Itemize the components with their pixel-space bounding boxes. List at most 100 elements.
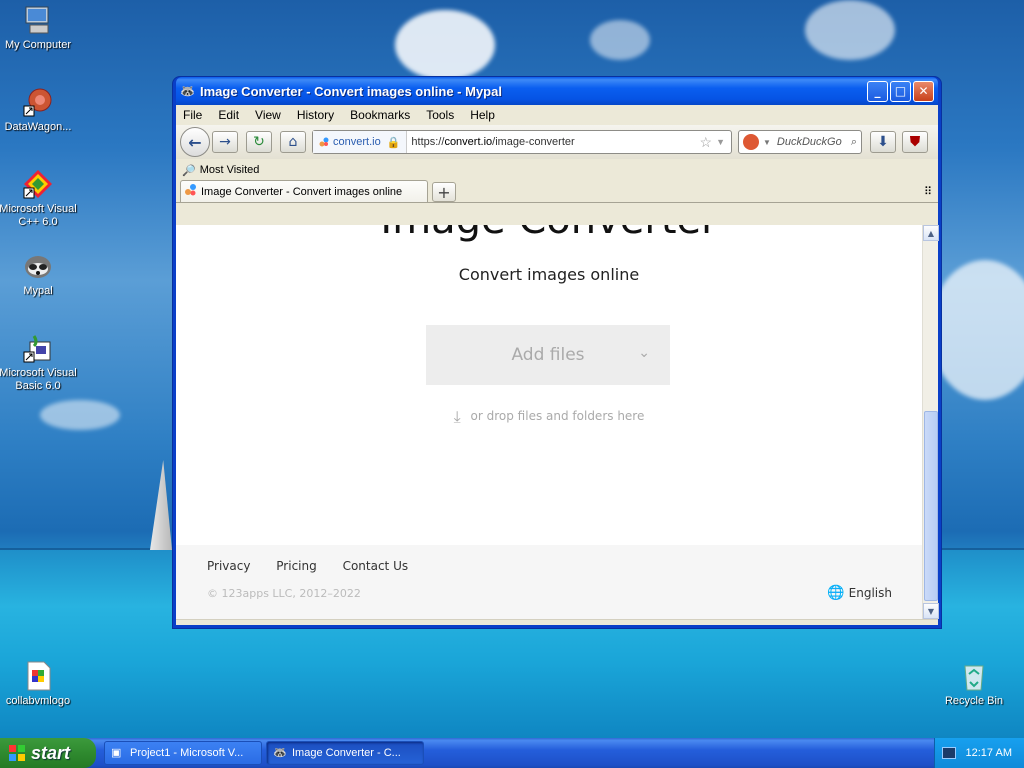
tab-title: Image Converter - Convert images online — [201, 185, 403, 198]
cloud — [805, 0, 895, 60]
datawagon-icon — [22, 86, 54, 118]
search-input[interactable]: ▼ DuckDuckGo ⌕ — [738, 130, 862, 154]
scroll-up-arrow[interactable]: ▲ — [923, 225, 939, 241]
desktop-icon-mypal[interactable]: Mypal — [0, 250, 78, 298]
bookmark-star-icon[interactable]: ☆ — [700, 134, 713, 151]
menu-history[interactable]: History — [294, 108, 337, 122]
status-bar — [176, 619, 938, 625]
chevron-down-icon[interactable]: ▼ — [716, 137, 725, 147]
new-tab-button[interactable]: + — [432, 182, 456, 202]
ublock-button[interactable]: ⛊ — [902, 131, 928, 153]
desktop-icon-label: Mypal — [23, 285, 53, 297]
copyright: © 123apps LLC, 2012–2022 — [207, 587, 361, 600]
recycle-bin-icon — [958, 660, 990, 692]
tab-list-icon[interactable]: ⠿ — [924, 185, 932, 198]
footer-link-privacy[interactable]: Privacy — [207, 559, 250, 573]
taskbar-item-project1[interactable]: ▣ Project1 - Microsoft V... — [104, 741, 262, 765]
visual-cpp-icon — [22, 168, 54, 200]
most-visited-folder[interactable]: Most Visited — [200, 164, 260, 176]
chevron-down-icon: ▼ — [763, 137, 771, 147]
desktop-icon-label: Microsoft Visual Basic 6.0 — [0, 367, 77, 392]
language-selector[interactable]: 🌐 English — [827, 585, 892, 601]
arrow-left-icon: ← — [188, 132, 202, 152]
window-client: File Edit View History Bookmarks Tools H… — [176, 105, 939, 625]
image-file-icon — [22, 660, 54, 692]
browser-window: 🦝 Image Converter - Convert images onlin… — [173, 77, 941, 628]
drop-zone-hint: ⤓ or drop files and folders here — [176, 407, 922, 427]
back-button[interactable]: ← — [180, 127, 210, 157]
add-files-label: Add files — [511, 345, 585, 365]
language-label: English — [848, 586, 892, 600]
menu-edit[interactable]: Edit — [215, 108, 242, 122]
add-files-button[interactable]: Add files ⌄ — [426, 325, 670, 385]
minimize-button[interactable]: _ — [867, 80, 888, 102]
desktop-icon-label: Microsoft Visual C++ 6.0 — [0, 203, 77, 228]
bookmarks-toolbar: 🔎 Most Visited — [176, 159, 938, 181]
desktop-icon-visual-basic[interactable]: Microsoft Visual Basic 6.0 — [0, 332, 78, 393]
start-button[interactable]: start — [0, 738, 96, 768]
task-label: Project1 - Microsoft V... — [130, 747, 244, 759]
desktop-icon-label: collabvmlogo — [5, 695, 71, 707]
desktop-icon-datawagon[interactable]: DataWagon... — [0, 86, 78, 134]
menu-file[interactable]: File — [180, 108, 205, 122]
chevron-down-icon[interactable]: ⌄ — [638, 345, 650, 361]
drop-hint-text: or drop files and folders here — [470, 409, 645, 423]
cloud — [40, 400, 120, 430]
menu-view[interactable]: View — [252, 108, 284, 122]
window-title: Image Converter - Convert images online … — [200, 83, 502, 99]
url-text[interactable]: https://convert.io/image-converter — [411, 136, 699, 148]
desktop-icon-recycle-bin[interactable]: Recycle Bin — [934, 660, 1014, 708]
visual-basic-icon: ▣ — [111, 747, 122, 759]
page-footer: Privacy Pricing Contact Us © 123apps LLC… — [176, 545, 922, 619]
desktop-icon-visual-cpp[interactable]: Microsoft Visual C++ 6.0 — [0, 168, 78, 229]
arrow-right-icon: → — [219, 134, 231, 150]
maximize-button[interactable]: □ — [890, 80, 911, 102]
taskbar: start ▣ Project1 - Microsoft V... 🦝 Imag… — [0, 738, 1024, 768]
desktop-icon-collabvmlogo[interactable]: collabvmlogo — [0, 660, 78, 708]
window-titlebar[interactable]: 🦝 Image Converter - Convert images onlin… — [176, 77, 938, 105]
mypal-icon — [22, 250, 54, 282]
desktop-icon-label: Recycle Bin — [944, 695, 1004, 707]
system-tray: 12:17 AM — [934, 738, 1024, 768]
menu-help[interactable]: Help — [467, 108, 498, 122]
start-label: start — [31, 742, 71, 763]
footer-links: Privacy Pricing Contact Us — [207, 559, 430, 573]
scroll-down-arrow[interactable]: ▼ — [923, 603, 939, 619]
forward-button[interactable]: → — [212, 131, 238, 153]
address-bar[interactable]: convert.io 🔒 https://convert.io/image-co… — [312, 130, 732, 154]
reload-button[interactable]: ↻ — [246, 131, 272, 153]
duckduckgo-icon — [743, 134, 759, 150]
cloud — [590, 20, 650, 60]
windows-flag-icon — [8, 744, 26, 762]
site-identity-button[interactable]: convert.io 🔒 — [313, 131, 408, 153]
desktop-icon-my-computer[interactable]: My Computer — [0, 4, 78, 52]
taskbar-item-image-converter[interactable]: 🦝 Image Converter - C... — [266, 741, 424, 765]
scrollbar-thumb[interactable] — [924, 411, 938, 601]
download-arrow-icon: ⬇ — [877, 134, 889, 150]
page-title: Image Converter — [176, 225, 922, 243]
footer-link-contact[interactable]: Contact Us — [343, 559, 409, 573]
globe-icon: 🌐 — [827, 585, 845, 601]
menu-bookmarks[interactable]: Bookmarks — [347, 108, 413, 122]
search-icon[interactable]: ⌕ — [851, 136, 857, 149]
downloads-button[interactable]: ⬇ — [870, 131, 896, 153]
task-label: Image Converter - C... — [292, 747, 401, 759]
menu-bar: File Edit View History Bookmarks Tools H… — [176, 105, 938, 125]
desktop-icon-label: My Computer — [4, 39, 72, 51]
close-button[interactable]: ✕ — [913, 80, 934, 102]
vertical-scrollbar[interactable]: ▲ ▼ — [922, 225, 939, 619]
computer-icon — [22, 4, 54, 36]
download-tray-icon: ⤓ — [453, 407, 461, 426]
lock-icon: 🔒 — [386, 136, 401, 149]
sailboat — [150, 460, 172, 550]
network-icon[interactable] — [941, 747, 956, 759]
home-button[interactable]: ⌂ — [280, 131, 306, 153]
desktop-icon-label: DataWagon... — [4, 121, 72, 133]
tab-image-converter[interactable]: Image Converter - Convert images online — [180, 180, 428, 202]
search-placeholder: DuckDuckGo — [776, 136, 842, 148]
footer-link-pricing[interactable]: Pricing — [276, 559, 316, 573]
page-subtitle: Convert images online — [458, 265, 640, 284]
cloud — [395, 10, 495, 80]
cloud — [930, 260, 1024, 400]
menu-tools[interactable]: Tools — [423, 108, 457, 122]
